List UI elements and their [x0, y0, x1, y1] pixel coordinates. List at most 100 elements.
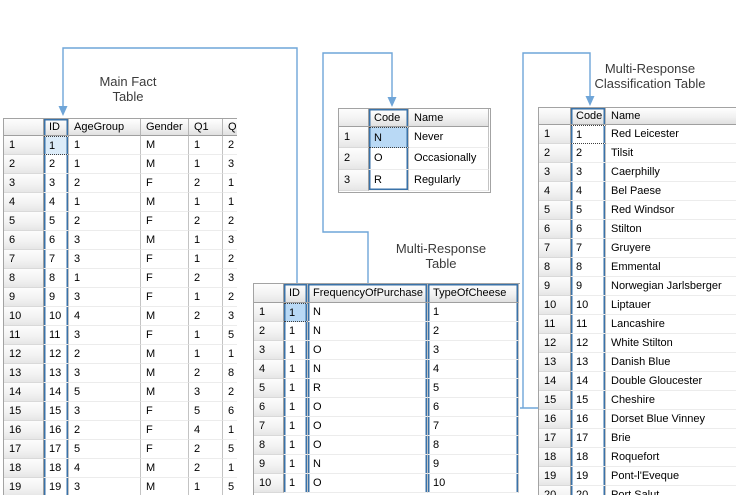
row-number: 3 — [4, 174, 44, 193]
multi-response-table: IDFrequencyOfPurchaseTypeOfCheese11N121N… — [253, 283, 520, 495]
data-cell: 3 — [571, 163, 606, 182]
data-cell: Never — [409, 127, 489, 148]
data-cell: 13 — [44, 364, 69, 383]
row-number: 10 — [254, 474, 284, 493]
data-cell: O — [308, 341, 428, 360]
column-header: Name — [606, 108, 736, 125]
row-number: 4 — [4, 193, 44, 212]
row-number: 7 — [4, 250, 44, 269]
data-cell: 1 — [189, 250, 223, 269]
row-number: 10 — [4, 307, 44, 326]
data-cell: 1 — [284, 322, 308, 341]
data-cell: 2 — [189, 212, 223, 231]
data-cell: 1 — [284, 303, 308, 322]
data-cell: M — [141, 383, 189, 402]
row-number: 7 — [539, 239, 571, 258]
data-cell: 6 — [223, 402, 237, 421]
row-number: 8 — [539, 258, 571, 277]
data-cell: 4 — [571, 182, 606, 201]
row-number: 3 — [539, 163, 571, 182]
row-number: 1 — [539, 125, 571, 144]
data-cell: N — [308, 455, 428, 474]
data-cell: 1 — [189, 136, 223, 155]
row-number: 15 — [539, 391, 571, 410]
column-header: TypeOfCheese — [428, 284, 519, 303]
data-cell: 5 — [223, 440, 237, 459]
data-cell: 5 — [223, 326, 237, 345]
data-cell: 8 — [571, 258, 606, 277]
data-cell: 5 — [571, 201, 606, 220]
column-header: ID — [284, 284, 308, 303]
data-cell: 2 — [223, 288, 237, 307]
row-number: 7 — [254, 417, 284, 436]
multi-response-table-grid: IDFrequencyOfPurchaseTypeOfCheese11N121N… — [254, 284, 520, 493]
data-cell: O — [308, 398, 428, 417]
row-number: 4 — [539, 182, 571, 201]
data-cell: O — [308, 417, 428, 436]
data-cell: Occasionally — [409, 148, 489, 169]
data-cell: 1 — [189, 155, 223, 174]
data-cell: 2 — [69, 345, 141, 364]
data-cell: 5 — [44, 212, 69, 231]
row-number: 6 — [4, 231, 44, 250]
data-cell: 20 — [571, 486, 606, 495]
data-cell: Brie — [606, 429, 736, 448]
frequency-code-table-grid: CodeName1NNever2OOccasionally3RRegularly — [339, 109, 490, 191]
data-cell: 19 — [571, 467, 606, 486]
data-cell: 14 — [571, 372, 606, 391]
column-header: Code — [571, 108, 606, 125]
frequency-code-lookup-table: CodeName1NNever2OOccasionally3RRegularly — [338, 108, 491, 193]
data-cell: 1 — [189, 326, 223, 345]
data-cell: 1 — [189, 231, 223, 250]
data-cell: 12 — [571, 334, 606, 353]
row-number: 5 — [254, 379, 284, 398]
row-number: 9 — [539, 277, 571, 296]
data-cell: O — [308, 474, 428, 493]
row-number: 20 — [539, 486, 571, 495]
data-cell: 2 — [428, 322, 519, 341]
data-cell: 1 — [189, 193, 223, 212]
corner-cell — [254, 284, 284, 303]
data-cell: 2 — [189, 174, 223, 193]
data-cell: 2 — [69, 421, 141, 440]
data-cell: M — [141, 478, 189, 495]
data-cell: 1 — [428, 303, 519, 322]
data-cell: Double Gloucester — [606, 372, 736, 391]
data-cell: 2 — [223, 136, 237, 155]
data-cell: F — [141, 174, 189, 193]
data-cell: 13 — [571, 353, 606, 372]
row-number: 8 — [254, 436, 284, 455]
data-cell: 7 — [571, 239, 606, 258]
row-number: 2 — [4, 155, 44, 174]
data-cell: 7 — [44, 250, 69, 269]
data-cell: 1 — [284, 341, 308, 360]
data-cell: 8 — [223, 364, 237, 383]
column-header: Name — [409, 109, 489, 127]
data-cell: 2 — [223, 383, 237, 402]
data-cell: 3 — [69, 364, 141, 383]
row-number: 16 — [4, 421, 44, 440]
row-number: 5 — [539, 201, 571, 220]
data-cell: Tilsit — [606, 144, 736, 163]
column-header: AgeGroup — [69, 119, 141, 136]
data-cell: 4 — [69, 459, 141, 478]
row-number: 4 — [254, 360, 284, 379]
data-cell: F — [141, 326, 189, 345]
data-cell: 1 — [69, 155, 141, 174]
data-cell: 1 — [284, 474, 308, 493]
row-number: 12 — [4, 345, 44, 364]
data-cell: 1 — [223, 174, 237, 193]
row-number: 9 — [254, 455, 284, 474]
row-number: 1 — [339, 127, 369, 148]
data-cell: 4 — [44, 193, 69, 212]
data-cell: N — [369, 127, 409, 148]
data-cell: 1 — [223, 459, 237, 478]
classification-table-title: Multi-Response Classification Table — [570, 61, 730, 91]
data-cell: 1 — [284, 379, 308, 398]
data-cell: White Stilton — [606, 334, 736, 353]
column-header: Gender — [141, 119, 189, 136]
row-number: 10 — [539, 296, 571, 315]
column-header: Q2 — [223, 119, 237, 136]
column-header: Code — [369, 109, 409, 127]
data-cell: Port Salut — [606, 486, 736, 495]
